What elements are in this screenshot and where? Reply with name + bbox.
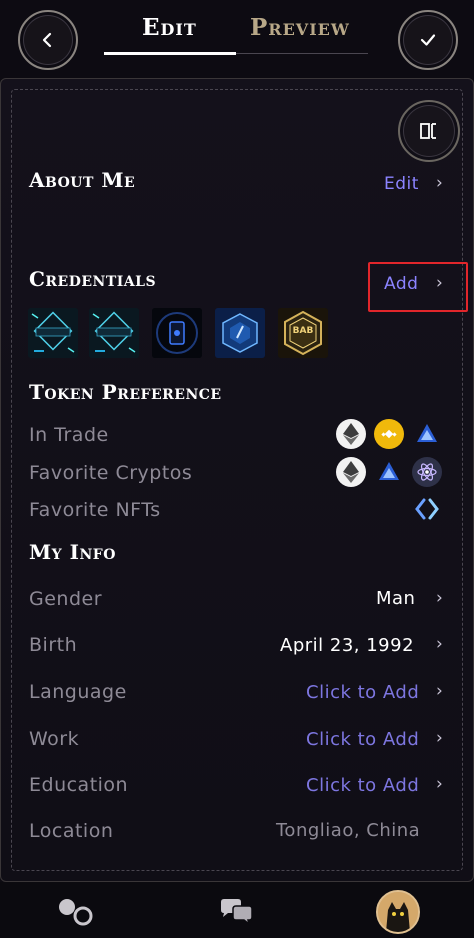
tab-preview[interactable]: Preview xyxy=(250,14,350,41)
active-tab-indicator xyxy=(104,52,236,55)
chevron-right-icon[interactable]: › xyxy=(436,588,443,608)
checkmark-icon xyxy=(420,34,436,46)
work-label: Work xyxy=(29,728,80,750)
credential-badge-2[interactable] xyxy=(89,308,139,358)
bottom-navigation xyxy=(0,882,474,938)
birth-label: Birth xyxy=(29,634,78,656)
cosmos-icon xyxy=(412,457,442,487)
top-bar: Edit Preview xyxy=(0,0,474,78)
avatar-icon xyxy=(378,892,418,932)
location-value[interactable]: Tongliao, China xyxy=(276,820,420,841)
chevron-right-icon[interactable]: › xyxy=(436,173,443,193)
chevron-left-icon xyxy=(42,32,52,48)
highlight-box xyxy=(368,262,468,312)
location-label: Location xyxy=(29,820,114,842)
language-label: Language xyxy=(29,681,127,703)
bab-badge-text: BAB xyxy=(292,326,314,336)
credential-badge-5[interactable]: BAB xyxy=(278,308,328,358)
confirm-button[interactable] xyxy=(398,10,458,70)
in-trade-label: In Trade xyxy=(29,424,109,446)
credential-badge-1[interactable] xyxy=(28,308,78,358)
tab-divider xyxy=(236,53,368,54)
birth-value[interactable]: April 23, 1992 xyxy=(280,635,414,656)
my-info-title: My Info xyxy=(29,540,116,564)
favorite-cryptos-label: Favorite Cryptos xyxy=(29,462,193,484)
token-preference-title: Token Preference xyxy=(29,380,222,404)
chat-icon xyxy=(221,899,253,926)
education-label: Education xyxy=(29,774,129,796)
credentials-title: Credentials xyxy=(29,267,157,291)
credential-image xyxy=(152,308,202,358)
credential-badge-3[interactable] xyxy=(152,308,202,358)
nav-chat-button[interactable] xyxy=(218,898,256,930)
layout-toggle-button[interactable] xyxy=(398,100,460,162)
credential-image xyxy=(89,308,139,358)
language-value[interactable]: Click to Add xyxy=(306,682,419,703)
about-me-title: About Me xyxy=(29,168,136,192)
about-me-edit-link[interactable]: Edit xyxy=(384,174,419,194)
chevron-right-icon[interactable]: › xyxy=(436,634,443,654)
favorite-nfts-label: Favorite NFTs xyxy=(29,499,161,521)
ethereum-icon xyxy=(336,419,366,449)
gender-value[interactable]: Man xyxy=(376,588,415,609)
chevron-right-icon[interactable]: › xyxy=(436,774,443,794)
nav-profile-avatar[interactable] xyxy=(376,890,420,934)
ethereum-icon xyxy=(336,457,366,487)
credential-image xyxy=(215,308,265,358)
split-view-icon xyxy=(420,123,436,139)
credential-image xyxy=(28,308,78,358)
nft-collection-icon xyxy=(412,494,442,524)
nav-home-button[interactable] xyxy=(56,896,96,932)
education-value[interactable]: Click to Add xyxy=(306,775,419,796)
chevron-right-icon[interactable]: › xyxy=(436,681,443,701)
chevron-right-icon[interactable]: › xyxy=(436,728,443,748)
arbitrum-icon xyxy=(412,419,442,449)
work-value[interactable]: Click to Add xyxy=(306,729,419,750)
bubbles-icon xyxy=(59,899,93,926)
bnb-icon xyxy=(374,419,404,449)
arbitrum-icon xyxy=(374,457,404,487)
credential-badge-4[interactable] xyxy=(215,308,265,358)
back-button[interactable] xyxy=(18,10,78,70)
tab-edit[interactable]: Edit xyxy=(142,14,197,41)
gender-label: Gender xyxy=(29,588,103,610)
